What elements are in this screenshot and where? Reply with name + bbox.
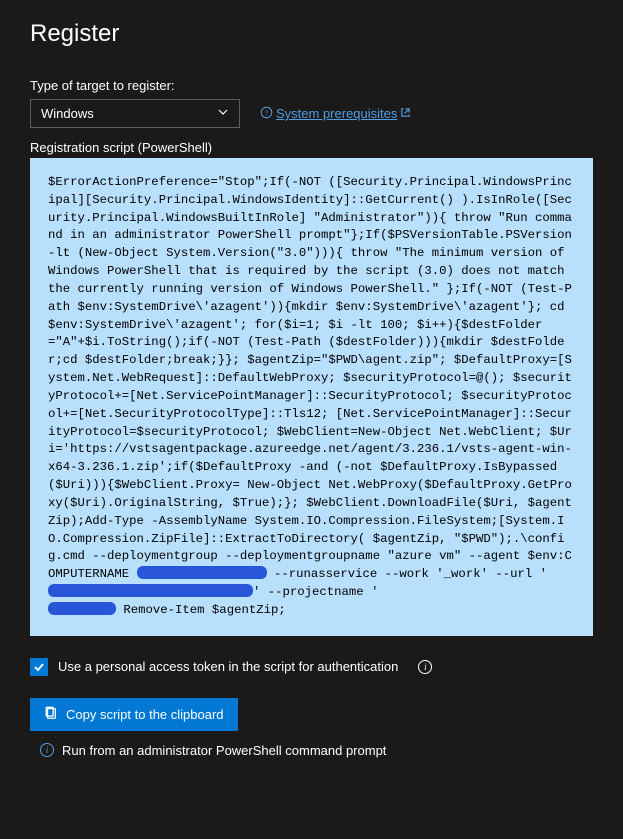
target-type-field: Type of target to register: Windows ? Sy…: [30, 78, 593, 128]
target-type-label: Type of target to register:: [30, 78, 593, 93]
target-type-row: Windows ? System prerequisites: [30, 99, 593, 128]
admin-hint-row: i Run from an administrator PowerShell c…: [30, 743, 593, 758]
redacted-segment: [48, 602, 116, 615]
pat-checkbox[interactable]: [30, 658, 48, 676]
checkmark-icon: [33, 661, 45, 673]
prerequisites-label: System prerequisites: [276, 106, 397, 121]
copy-script-button[interactable]: Copy script to the clipboard: [30, 698, 238, 731]
page-title: Register: [30, 20, 593, 48]
external-link-icon: [400, 107, 411, 121]
svg-text:?: ?: [265, 108, 268, 117]
registration-script-box[interactable]: $ErrorActionPreference="Stop";If(-NOT ([…: [30, 158, 593, 636]
info-icon: i: [40, 743, 54, 757]
redacted-segment: [137, 566, 267, 579]
target-type-value: Windows: [41, 106, 94, 121]
system-prerequisites-link[interactable]: ? System prerequisites: [260, 106, 411, 122]
redacted-segment: [48, 584, 253, 597]
question-icon: ?: [260, 106, 273, 122]
clipboard-icon: [44, 706, 58, 723]
script-text-2: --runasservice --work '_work' --url ': [274, 567, 547, 581]
admin-hint-text: Run from an administrator PowerShell com…: [62, 743, 386, 758]
pat-checkbox-label: Use a personal access token in the scrip…: [58, 659, 398, 674]
pat-checkbox-row: Use a personal access token in the scrip…: [30, 658, 593, 676]
target-type-dropdown[interactable]: Windows: [30, 99, 240, 128]
chevron-down-icon: [217, 106, 229, 121]
script-text-3: ' --projectname ': [253, 585, 378, 599]
script-text-1: $ErrorActionPreference="Stop";If(-NOT ([…: [48, 175, 579, 581]
info-icon[interactable]: i: [418, 660, 432, 674]
script-label: Registration script (PowerShell): [30, 140, 593, 155]
script-text-4: Remove-Item $agentZip;: [116, 603, 286, 617]
copy-button-label: Copy script to the clipboard: [66, 707, 224, 722]
